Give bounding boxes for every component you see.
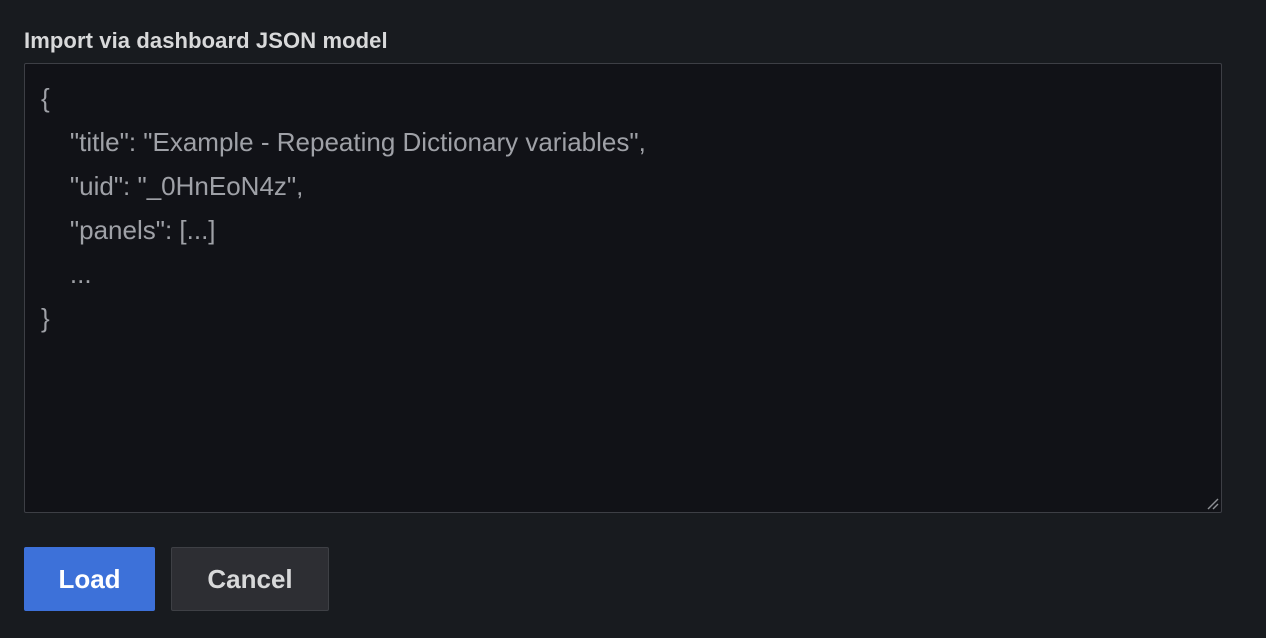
resize-grip-icon[interactable] xyxy=(1205,496,1219,510)
json-model-textarea[interactable] xyxy=(25,64,1221,512)
json-textarea-container xyxy=(24,63,1222,513)
json-model-label: Import via dashboard JSON model xyxy=(24,28,388,53)
import-dashboard-panel: Import via dashboard JSON model Load Can… xyxy=(0,0,1266,638)
load-button[interactable]: Load xyxy=(24,547,155,611)
cancel-button[interactable]: Cancel xyxy=(171,547,329,611)
